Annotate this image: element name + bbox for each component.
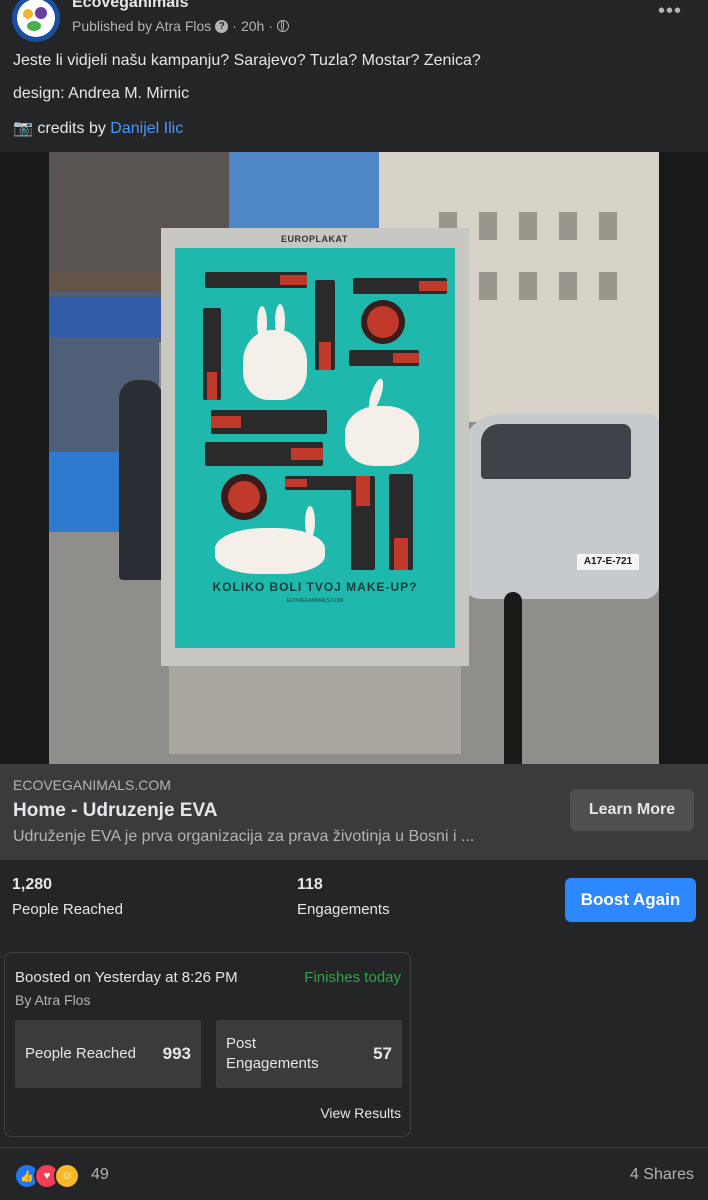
boosted-on: Boosted on Yesterday at 8:26 PM bbox=[15, 969, 238, 986]
post-header: Ecoveganimals Published by Atra Flos ? ·… bbox=[0, 0, 708, 44]
people-reached-value: 1,280 bbox=[12, 876, 53, 893]
post-text-line: design: Andrea M. Mirnic bbox=[13, 85, 190, 102]
post-text-line: Jeste li vidjeli našu kampanju? Sarajevo… bbox=[13, 52, 481, 69]
credits-prefix: 📷 credits by bbox=[13, 120, 106, 137]
tile-value: 57 bbox=[373, 1044, 392, 1063]
tile-label: Post Engagements bbox=[226, 1035, 319, 1072]
people-reached-label: People Reached bbox=[12, 901, 123, 918]
post-meta: Published by Atra Flos ? · 20h · bbox=[72, 18, 289, 34]
boosted-by: By Atra Flos bbox=[15, 992, 91, 1008]
link-title[interactable]: Home - Udruzenje EVA bbox=[13, 800, 217, 822]
tile-label: People Reached bbox=[25, 1045, 136, 1062]
post-engagements-tile: Post Engagements 57 bbox=[216, 1020, 402, 1088]
poster-url: ECOVEGANIMALS.COM bbox=[286, 598, 344, 604]
people-reached-tile: People Reached 993 bbox=[15, 1020, 201, 1088]
globe-icon[interactable] bbox=[277, 20, 289, 32]
divider bbox=[0, 1147, 708, 1148]
page-avatar[interactable] bbox=[12, 0, 60, 42]
view-results-link[interactable]: View Results bbox=[320, 1105, 401, 1121]
reactions[interactable]: 👍 ♥ ☺ bbox=[14, 1163, 80, 1189]
page-name[interactable]: Ecoveganimals bbox=[72, 0, 189, 12]
link-preview-card[interactable]: ECOVEGANIMALS.COM Home - Udruzenje EVA U… bbox=[0, 764, 708, 860]
care-icon: ☺ bbox=[54, 1163, 80, 1189]
engagements-value: 118 bbox=[297, 876, 323, 893]
help-icon[interactable]: ? bbox=[215, 19, 229, 33]
page-logo bbox=[17, 0, 55, 37]
campaign-photo[interactable]: A17-E-721 EUROPLAKAT KOLIKO BOLI TVOJ MA… bbox=[49, 152, 659, 764]
separator-dot: · bbox=[268, 18, 273, 34]
credits-link[interactable]: Danijel Ilic bbox=[110, 120, 183, 137]
boost-again-button[interactable]: Boost Again bbox=[565, 878, 696, 922]
pedestrian bbox=[119, 380, 163, 580]
link-domain: ECOVEGANIMALS.COM bbox=[13, 777, 171, 793]
billboard-brand: EUROPLAKAT bbox=[281, 234, 348, 244]
shares-count[interactable]: 4 Shares bbox=[630, 1166, 694, 1184]
boost-summary: Boosted on Yesterday at 8:26 PM Finishes… bbox=[4, 952, 411, 1137]
car-plate: A17-E-721 bbox=[577, 554, 639, 570]
tile-value: 993 bbox=[162, 1044, 191, 1063]
learn-more-button[interactable]: Learn More bbox=[570, 789, 694, 831]
post-time[interactable]: 20h bbox=[241, 18, 264, 34]
separator-dot: · bbox=[232, 18, 237, 34]
poster-slogan: KOLIKO BOLI TVOJ MAKE-UP? bbox=[212, 580, 418, 594]
post-credits: 📷 credits by Danijel Ilic bbox=[13, 118, 183, 138]
reaction-count[interactable]: 49 bbox=[91, 1166, 109, 1184]
post-media[interactable]: A17-E-721 EUROPLAKAT KOLIKO BOLI TVOJ MA… bbox=[0, 152, 708, 764]
link-description: Udruženje EVA je prva organizacija za pr… bbox=[13, 828, 475, 845]
boost-status: Finishes today bbox=[304, 969, 401, 986]
more-options-icon[interactable]: ••• bbox=[658, 0, 682, 23]
published-by: Published by Atra Flos bbox=[72, 18, 212, 34]
engagements-label: Engagements bbox=[297, 901, 390, 918]
